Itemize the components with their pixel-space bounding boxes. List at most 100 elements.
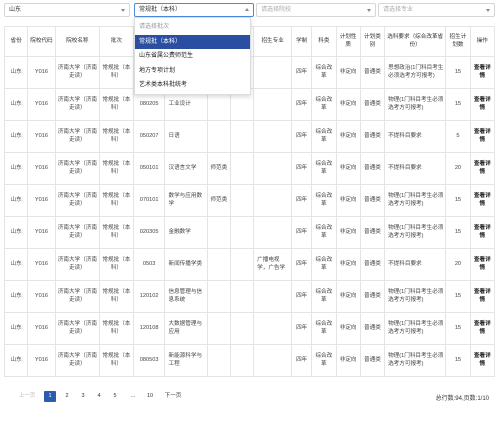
view-details-link[interactable]: 查看详情 xyxy=(469,152,496,185)
table-cell: Y016 xyxy=(27,344,56,377)
page-button-1[interactable]: 1 xyxy=(44,391,56,402)
table-cell: 山东 xyxy=(3,216,29,249)
next-page-button[interactable]: 下一页 xyxy=(162,391,184,402)
table-cell: 综合改革 xyxy=(311,152,337,185)
page-ellipsis: ... xyxy=(130,393,136,399)
table-cell: 物理(1门科目考生必须选考方可报考) xyxy=(384,344,447,377)
table-cell: 济南大学（济南走读） xyxy=(54,344,101,377)
table-cell: 新闻传播学类 xyxy=(164,248,208,281)
school-select[interactable]: 请选择院校 xyxy=(256,3,376,17)
major-select[interactable]: 请选择专业 xyxy=(378,3,495,17)
table-cell: 15 xyxy=(445,312,471,345)
table-cell: 120108 xyxy=(132,312,166,345)
table-cell xyxy=(206,120,231,153)
table-cell: 综合改革 xyxy=(311,88,337,121)
view-details-link[interactable]: 查看详情 xyxy=(469,120,496,153)
table-cell: 综合改革 xyxy=(311,56,337,89)
dropdown-option[interactable]: 山东省属公费师范生 xyxy=(135,49,250,64)
dropdown-header: 请选择批次 xyxy=(139,24,170,30)
table-cell xyxy=(253,184,293,217)
batch-select-value: 常规批（本科） xyxy=(139,7,182,13)
table-cell: 15 xyxy=(445,88,471,121)
page-button-4[interactable]: 4 xyxy=(94,391,104,402)
table-cell: 非定向 xyxy=(335,216,361,249)
table-cell: 5 xyxy=(445,120,471,153)
table-cell xyxy=(206,216,231,249)
table-cell: 济南大学（济南走读） xyxy=(54,248,101,281)
table-cell: 常规批（本科） xyxy=(99,280,134,313)
column-header: 计划类别 xyxy=(359,26,386,57)
view-details-link[interactable]: 查看详情 xyxy=(469,56,496,89)
table-cell: Y016 xyxy=(27,248,56,281)
view-details-link[interactable]: 查看详情 xyxy=(469,280,496,313)
column-header: 计划性质 xyxy=(335,26,361,57)
table-cell: 非定向 xyxy=(335,56,361,89)
table-cell xyxy=(229,152,255,185)
table-cell: 普通类 xyxy=(359,280,386,313)
view-details-link[interactable]: 查看详情 xyxy=(469,88,496,121)
table-cell: 济南大学（济南走读） xyxy=(54,216,101,249)
table-cell: 不提科目要求 xyxy=(384,120,447,153)
table-cell: 常规批（本科） xyxy=(99,56,134,89)
table-cell: 15 xyxy=(445,184,471,217)
table-cell: 思想政治(1门科目考生必须选考方可报考) xyxy=(384,56,447,89)
table-cell xyxy=(229,184,255,217)
prev-page-button[interactable]: 上一页 xyxy=(16,391,38,402)
table-cell: 物理(1门科目考生必须选考方可报考) xyxy=(384,312,447,345)
table-cell: 山东 xyxy=(3,56,29,89)
province-select[interactable]: 山东 xyxy=(4,3,130,17)
page-button-3[interactable]: 3 xyxy=(78,391,88,402)
table-cell: 常规批（本科） xyxy=(99,312,134,345)
table-cell: 非定向 xyxy=(335,312,361,345)
chevron-down-icon xyxy=(121,9,125,12)
table-cell xyxy=(206,280,231,313)
table-cell: 山东 xyxy=(3,280,29,313)
table-cell xyxy=(229,312,255,345)
column-header: 院校代码 xyxy=(27,26,56,57)
table-cell: 四年 xyxy=(291,184,313,217)
table-cell: Y016 xyxy=(27,184,56,217)
page-button-2[interactable]: 2 xyxy=(62,391,72,402)
table-cell: 普通类 xyxy=(359,248,386,281)
table-cell: 常规批（本科） xyxy=(99,344,134,377)
table-cell: 070101 xyxy=(132,184,166,217)
table-cell xyxy=(229,280,255,313)
table-cell: 15 xyxy=(445,56,471,89)
page-button-10[interactable]: 10 xyxy=(144,391,156,402)
table-cell: 山东 xyxy=(3,312,29,345)
table-row: 山东 Y016 济南大学（济南走读） 常规批（本科） 080503 新能源科学与工程 四年综… xyxy=(3,344,496,377)
table-cell: 050207 xyxy=(132,120,166,153)
table-cell xyxy=(253,312,293,345)
table-cell: 综合改革 xyxy=(311,184,337,217)
dropdown-option[interactable]: 常规批（本科） xyxy=(135,34,250,49)
view-details-link[interactable]: 查看详情 xyxy=(469,248,496,281)
table-cell: 四年 xyxy=(291,152,313,185)
table-cell: 山东 xyxy=(3,152,29,185)
filter-bar: 山东 常规批（本科） 请选择院校 请选择专业 xyxy=(4,3,495,17)
table-cell xyxy=(253,344,293,377)
view-details-link[interactable]: 查看详情 xyxy=(469,184,496,217)
column-header: 科类 xyxy=(311,26,337,57)
dropdown-option[interactable]: 地方专项计划 xyxy=(135,64,250,79)
batch-select[interactable]: 常规批（本科） xyxy=(134,3,254,17)
view-details-link[interactable]: 查看详情 xyxy=(469,312,496,345)
table-cell: 济南大学（济南走读） xyxy=(54,280,101,313)
table-cell: Y016 xyxy=(27,56,56,89)
table-cell: 物理(1门科目考生必须选考方可报考) xyxy=(384,88,447,121)
table-cell xyxy=(253,216,293,249)
table-cell: 四年 xyxy=(291,88,313,121)
chevron-down-icon xyxy=(486,9,490,12)
view-details-link[interactable]: 查看详情 xyxy=(469,344,496,377)
table-cell: 常规批（本科） xyxy=(99,120,134,153)
table-cell: Y016 xyxy=(27,216,56,249)
page-button-5[interactable]: 5 xyxy=(110,391,120,402)
dropdown-option[interactable]: 艺术类本科批统考 xyxy=(135,78,250,93)
table-cell: 不提科目要求 xyxy=(384,248,447,281)
view-details-link[interactable]: 查看详情 xyxy=(469,216,496,249)
table-cell: 师范类 xyxy=(206,184,231,217)
table-row: 山东 Y016 济南大学（济南走读） 常规批（本科） 0503 新闻传播学类 广播电视学，广… xyxy=(3,248,496,281)
column-header: 招生专业 xyxy=(253,26,293,57)
column-header: 招生计划数 xyxy=(445,26,471,57)
table-cell xyxy=(206,344,231,377)
table-cell: 济南大学（济南走读） xyxy=(54,152,101,185)
